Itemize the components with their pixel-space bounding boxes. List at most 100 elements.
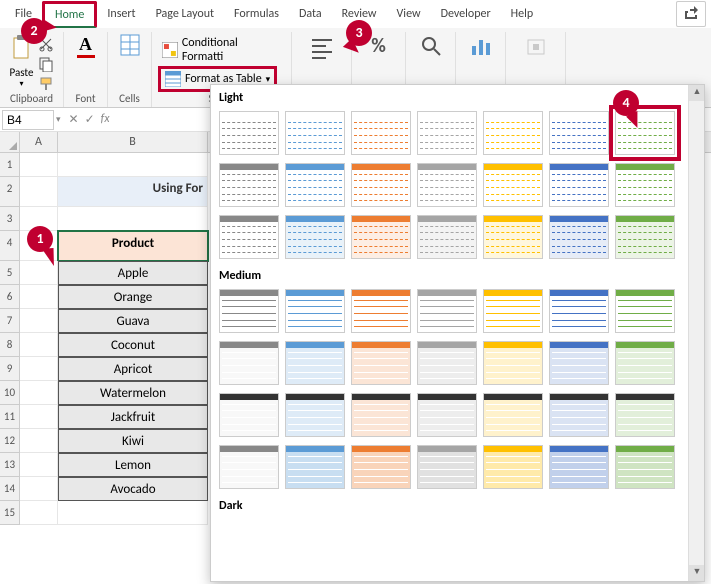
fx-icon[interactable]: fx bbox=[101, 112, 110, 127]
table-style-swatch[interactable] bbox=[549, 445, 609, 489]
table-style-swatch[interactable] bbox=[615, 393, 675, 437]
table-style-swatch[interactable] bbox=[219, 341, 279, 385]
row-header[interactable]: 1 bbox=[0, 153, 20, 177]
editing-icon[interactable] bbox=[419, 34, 443, 58]
row-header[interactable]: 10 bbox=[0, 381, 20, 405]
table-cell[interactable]: Lemon bbox=[58, 453, 208, 477]
tab-data[interactable]: Data bbox=[289, 3, 332, 25]
sensitivity-icon[interactable] bbox=[524, 34, 548, 58]
table-style-swatch[interactable] bbox=[549, 215, 609, 259]
table-style-swatch[interactable] bbox=[285, 341, 345, 385]
table-style-swatch[interactable] bbox=[483, 289, 543, 333]
table-style-swatch[interactable] bbox=[549, 341, 609, 385]
alignment-icon[interactable] bbox=[308, 34, 336, 62]
table-style-swatch[interactable] bbox=[219, 445, 279, 489]
row-header[interactable]: 11 bbox=[0, 405, 20, 429]
table-cell[interactable]: Watermelon bbox=[58, 381, 208, 405]
table-style-swatch[interactable] bbox=[351, 341, 411, 385]
table-style-swatch[interactable] bbox=[615, 289, 675, 333]
table-style-swatch[interactable] bbox=[351, 393, 411, 437]
table-style-swatch[interactable] bbox=[483, 111, 543, 155]
scroll-up-icon[interactable]: ▲ bbox=[689, 85, 705, 101]
row-header[interactable]: 6 bbox=[0, 285, 20, 309]
row-header[interactable]: 14 bbox=[0, 477, 20, 501]
table-style-swatch[interactable] bbox=[615, 215, 675, 259]
row-header[interactable]: 7 bbox=[0, 309, 20, 333]
table-style-swatch[interactable] bbox=[417, 445, 477, 489]
table-style-swatch[interactable] bbox=[285, 163, 345, 207]
table-style-swatch[interactable] bbox=[417, 393, 477, 437]
table-cell[interactable]: Jackfruit bbox=[58, 405, 208, 429]
col-header-b[interactable]: B bbox=[58, 132, 208, 152]
table-style-swatch[interactable] bbox=[549, 393, 609, 437]
table-style-swatch[interactable] bbox=[351, 289, 411, 333]
table-style-swatch[interactable] bbox=[351, 215, 411, 259]
table-style-swatch[interactable] bbox=[219, 215, 279, 259]
conditional-formatting-button[interactable]: Conditional Formatti bbox=[158, 34, 285, 66]
confirm-icon[interactable]: ✓ bbox=[85, 112, 95, 127]
table-style-swatch[interactable] bbox=[483, 215, 543, 259]
name-box[interactable] bbox=[2, 110, 54, 130]
table-style-swatch[interactable] bbox=[351, 111, 411, 155]
select-all-button[interactable] bbox=[0, 132, 20, 152]
gallery-scrollbar[interactable]: ▲ ▼ bbox=[688, 85, 704, 581]
scroll-down-icon[interactable]: ▼ bbox=[689, 565, 705, 581]
table-style-swatch[interactable] bbox=[351, 445, 411, 489]
tab-developer[interactable]: Developer bbox=[431, 3, 501, 25]
analyze-icon[interactable] bbox=[469, 34, 493, 58]
table-style-swatch[interactable] bbox=[219, 393, 279, 437]
table-style-swatch[interactable] bbox=[417, 289, 477, 333]
table-style-swatch[interactable] bbox=[549, 111, 609, 155]
table-style-swatch[interactable] bbox=[615, 163, 675, 207]
font-button[interactable]: A bbox=[77, 34, 95, 58]
table-style-swatch[interactable] bbox=[417, 163, 477, 207]
title-cell[interactable]: Using For bbox=[58, 177, 208, 207]
cancel-icon[interactable]: ✕ bbox=[69, 112, 79, 127]
row-header[interactable]: 4 bbox=[0, 231, 20, 261]
cells-button[interactable] bbox=[120, 34, 140, 60]
row-header[interactable]: 2 bbox=[0, 177, 20, 207]
row-header[interactable]: 12 bbox=[0, 429, 20, 453]
table-style-swatch[interactable] bbox=[483, 163, 543, 207]
table-style-swatch[interactable] bbox=[219, 163, 279, 207]
share-button[interactable] bbox=[676, 1, 706, 27]
row-header[interactable]: 15 bbox=[0, 501, 20, 525]
row-header[interactable]: 8 bbox=[0, 333, 20, 357]
table-style-swatch[interactable] bbox=[219, 289, 279, 333]
row-header[interactable]: 9 bbox=[0, 357, 20, 381]
table-style-swatch[interactable] bbox=[483, 341, 543, 385]
table-style-swatch[interactable] bbox=[219, 111, 279, 155]
format-painter-icon[interactable] bbox=[38, 76, 54, 92]
col-header-a[interactable]: A bbox=[20, 132, 58, 152]
table-cell[interactable]: Avocado bbox=[58, 477, 208, 501]
table-style-swatch[interactable] bbox=[285, 289, 345, 333]
tab-help[interactable]: Help bbox=[501, 3, 544, 25]
table-style-swatch[interactable] bbox=[285, 393, 345, 437]
table-style-swatch[interactable] bbox=[483, 445, 543, 489]
tab-insert[interactable]: Insert bbox=[97, 3, 145, 25]
table-style-swatch[interactable] bbox=[285, 445, 345, 489]
copy-icon[interactable] bbox=[38, 56, 54, 72]
table-cell[interactable]: Guava bbox=[58, 309, 208, 333]
table-header[interactable]: Product bbox=[58, 231, 208, 261]
table-style-swatch[interactable] bbox=[351, 163, 411, 207]
table-style-swatch[interactable] bbox=[417, 111, 477, 155]
table-cell[interactable]: Coconut bbox=[58, 333, 208, 357]
table-style-swatch[interactable] bbox=[549, 163, 609, 207]
table-style-swatch[interactable] bbox=[417, 341, 477, 385]
table-cell[interactable]: Orange bbox=[58, 285, 208, 309]
table-style-swatch[interactable] bbox=[285, 215, 345, 259]
tab-view[interactable]: View bbox=[387, 3, 431, 25]
table-style-swatch[interactable] bbox=[285, 111, 345, 155]
table-style-swatch[interactable] bbox=[615, 341, 675, 385]
table-style-swatch[interactable] bbox=[483, 393, 543, 437]
table-style-swatch[interactable] bbox=[615, 445, 675, 489]
table-cell[interactable]: Kiwi bbox=[58, 429, 208, 453]
row-header[interactable]: 3 bbox=[0, 207, 20, 231]
table-style-swatch[interactable] bbox=[549, 289, 609, 333]
number-button[interactable]: % bbox=[371, 34, 386, 58]
table-style-swatch[interactable] bbox=[417, 215, 477, 259]
tab-page-layout[interactable]: Page Layout bbox=[146, 3, 224, 25]
table-cell[interactable]: Apple bbox=[58, 261, 208, 285]
cells-grid[interactable]: Using For Product Apple Orange Guava Coc… bbox=[20, 153, 208, 525]
